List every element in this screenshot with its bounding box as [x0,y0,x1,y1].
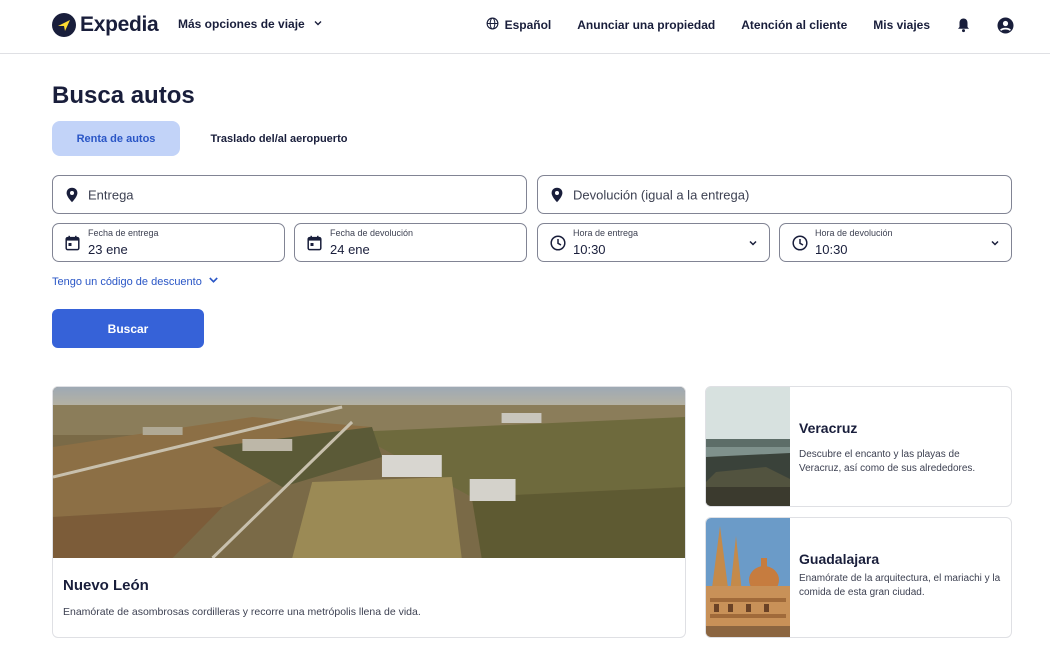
pickup-date-field[interactable]: Fecha de entrega 23 ene [52,223,285,262]
location-pin-icon [550,187,564,203]
customer-support-link[interactable]: Atención al cliente [741,18,847,32]
chevron-down-icon [990,238,1000,248]
dropoff-location-field[interactable]: Devolución (igual a la entrega) [537,175,1012,214]
card-description: Enamórate de la arquitectura, el mariach… [799,573,1001,598]
expedia-logo[interactable]: Expedia [52,13,159,37]
discount-code-label: Tengo un código de descuento [52,275,202,288]
card-title: Nuevo León [63,577,149,594]
pickup-time-value: 10:30 [573,242,606,257]
calendar-icon [65,235,80,251]
tab-car-rental[interactable]: Renta de autos [52,121,180,156]
pickup-placeholder: Entrega [88,187,134,202]
destination-card-guadalajara[interactable]: Guadalajara Enamórate de la arquitectura… [705,517,1012,638]
dropoff-time-label: Hora de devolución [815,228,893,238]
dropoff-date-field[interactable]: Fecha de devolución 24 ene [294,223,527,262]
dropoff-time-select[interactable]: Hora de devolución 10:30 [779,223,1012,262]
chevron-down-icon [313,17,323,31]
card-title: Veracruz [799,420,858,436]
more-options-label: Más opciones de viaje [178,17,305,31]
page-title: Busca autos [52,82,195,109]
dropoff-date-label: Fecha de devolución [330,228,414,238]
dropoff-time-value: 10:30 [815,242,848,257]
nuevo-leon-aerial-image [53,387,685,558]
search-button[interactable]: Buscar [52,309,204,348]
header-right-nav: Español Anunciar una propiedad Atención … [460,14,1014,36]
clock-icon [550,234,566,251]
location-pin-icon [65,187,79,203]
pickup-date-value: 23 ene [88,242,128,257]
discount-code-toggle[interactable]: Tengo un código de descuento [52,275,219,288]
language-label: Español [504,18,552,32]
plane-logo-icon [52,13,76,37]
my-trips-link[interactable]: Mis viajes [873,18,930,32]
card-title: Guadalajara [799,551,880,567]
list-property-link[interactable]: Anunciar una propiedad [577,18,715,32]
destination-card-nuevo-leon[interactable]: Nuevo León Enamórate de asombrosas cordi… [52,386,686,638]
destination-card-veracruz[interactable]: Veracruz Descubre el encanto y las playa… [705,386,1012,507]
pickup-time-select[interactable]: Hora de entrega 10:30 [537,223,770,262]
brand-name: Expedia [80,13,159,36]
guadalajara-cathedral-image [706,518,790,637]
top-navigation-bar: Expedia Más opciones de viaje Español An… [0,0,1050,54]
pickup-time-label: Hora de entrega [573,228,639,238]
card-description: Descubre el encanto y las playas de Vera… [799,449,976,474]
pickup-date-label: Fecha de entrega [88,228,159,238]
tab-airport-transfer[interactable]: Traslado del/al aeropuerto [200,121,358,156]
bell-icon[interactable] [956,17,971,33]
dropoff-placeholder: Devolución (igual a la entrega) [573,187,750,202]
more-travel-options-menu[interactable]: Más opciones de viaje [178,17,323,31]
veracruz-beach-image [706,387,790,506]
dropoff-date-value: 24 ene [330,242,370,257]
language-selector[interactable]: Español [486,17,552,33]
account-icon[interactable] [997,17,1014,34]
globe-icon [486,17,499,33]
clock-icon [792,234,808,251]
calendar-icon [307,235,322,251]
chevron-down-icon [208,275,219,288]
chevron-down-icon [748,238,758,248]
card-description: Enamórate de asombrosas cordilleras y re… [63,606,421,618]
pickup-location-field[interactable]: Entrega [52,175,527,214]
